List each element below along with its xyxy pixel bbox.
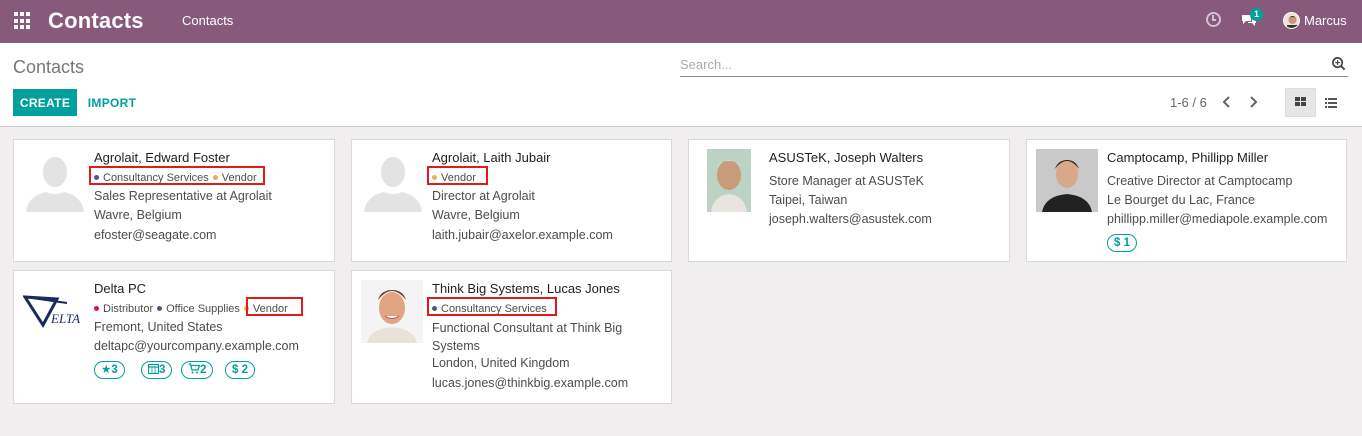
contact-location: Wavre, Belgium	[432, 208, 520, 222]
sales-badge[interactable]: 2	[181, 361, 214, 379]
messages-count-badge: 1	[1250, 8, 1263, 21]
cart-icon	[188, 363, 201, 376]
contact-function: Creative Director at Camptocamp	[1107, 174, 1293, 188]
menu-item-contacts[interactable]: Contacts	[182, 13, 233, 28]
contact-location: Le Bourget du Lac, France	[1107, 193, 1256, 207]
pager-previous-icon[interactable]	[1219, 93, 1235, 111]
apps-menu-icon[interactable]	[14, 12, 32, 30]
contact-name: Agrolait, Edward Foster	[94, 150, 230, 165]
pager-value[interactable]: 1-6 / 6	[1170, 95, 1207, 110]
contact-location: London, United Kingdom	[432, 356, 570, 370]
page-title: Contacts	[13, 57, 85, 77]
activities-clock-icon[interactable]	[1206, 12, 1221, 27]
contact-name: Agrolait, Laith Jubair	[432, 150, 551, 165]
kanban-view-button[interactable]	[1285, 88, 1316, 117]
company-logo: ELTA	[23, 291, 85, 331]
contact-email: joseph.walters@asustek.com	[769, 212, 932, 226]
contact-location: Fremont, United States	[94, 320, 223, 334]
contact-photo	[707, 149, 751, 212]
dollar-icon: $	[232, 364, 239, 376]
meetings-badge[interactable]: 3	[141, 361, 173, 379]
contact-card-phillipp-miller[interactable]: Camptocamp, Phillipp Miller Creative Dir…	[1026, 139, 1347, 262]
list-lines-icon	[1325, 98, 1337, 108]
import-button[interactable]: IMPORT	[82, 89, 142, 116]
highlight-box	[427, 166, 488, 185]
dollar-icon: $	[1114, 237, 1121, 249]
top-navbar: Contacts Contacts 1 Marcus	[0, 0, 1362, 43]
invoiced-badge[interactable]: $ 2	[225, 361, 256, 379]
contact-placeholder-avatar	[362, 150, 424, 212]
contact-function: Functional Consultant at Think Big Syste…	[432, 321, 623, 353]
highlight-box	[246, 297, 303, 316]
contact-location: Wavre, Belgium	[94, 208, 182, 222]
contact-name: ASUSTeK, Joseph Walters	[769, 150, 924, 165]
contact-email: lucas.jones@thinkbig.example.com	[432, 376, 629, 390]
search-bar	[680, 53, 1348, 77]
star-icon: ★	[101, 364, 112, 376]
contact-name: Delta PC	[94, 281, 147, 296]
contact-function: Director at Agrolait	[432, 189, 535, 203]
search-input[interactable]	[680, 53, 1320, 75]
search-icon[interactable]	[1331, 56, 1346, 71]
contact-card-joseph-walters[interactable]: ASUSTeK, Joseph Walters Store Manager at…	[688, 139, 1010, 262]
contact-email: deltapc@yourcompany.example.com	[94, 339, 299, 353]
highlight-box	[427, 297, 557, 316]
contact-photo	[1036, 149, 1098, 212]
contact-location: Taipei, Taiwan	[769, 193, 848, 207]
tag-office-supplies: Office Supplies	[157, 303, 240, 315]
contact-card-delta-pc[interactable]: ELTA Delta PC Distributor Office Supplies…	[13, 270, 335, 404]
create-button[interactable]: CREATE	[13, 89, 77, 116]
tag-distributor: Distributor	[94, 303, 153, 315]
contact-email: phillipp.miller@mediapole.example.com	[1107, 212, 1328, 226]
user-menu-name[interactable]: Marcus	[1304, 13, 1347, 28]
calendar-icon	[147, 364, 160, 376]
contact-card-edward-foster[interactable]: Agrolait, Edward Foster Consultancy Serv…	[13, 139, 335, 262]
opportunities-badge[interactable]: ★3	[94, 361, 125, 379]
contact-card-laith-jubair[interactable]: Agrolait, Laith Jubair Vendor Director a…	[351, 139, 672, 262]
contact-placeholder-avatar	[24, 150, 86, 212]
user-avatar[interactable]	[1283, 12, 1300, 29]
contact-function: Sales Representative at Agrolait	[94, 189, 272, 203]
contact-function: Store Manager at ASUSTeK	[769, 174, 924, 188]
list-view-button[interactable]	[1316, 88, 1347, 117]
pager-next-icon[interactable]	[1245, 93, 1261, 111]
invoiced-badge[interactable]: $ 1	[1107, 234, 1138, 252]
control-panel: Contacts CREATE IMPORT 1-6 / 6	[0, 43, 1362, 127]
contact-name: Think Big Systems, Lucas Jones	[432, 281, 620, 296]
kanban-grid-icon	[1295, 97, 1306, 106]
contact-card-lucas-jones[interactable]: Think Big Systems, Lucas Jones Consultan…	[351, 270, 672, 404]
app-brand: Contacts	[48, 8, 144, 33]
highlight-box	[89, 166, 265, 185]
contact-email: efoster@seagate.com	[94, 228, 217, 242]
logo-text: ELTA	[50, 311, 80, 326]
contact-email: laith.jubair@axelor.example.com	[432, 228, 613, 242]
contact-name: Camptocamp, Phillipp Miller	[1107, 150, 1269, 165]
contact-photo	[361, 280, 423, 343]
